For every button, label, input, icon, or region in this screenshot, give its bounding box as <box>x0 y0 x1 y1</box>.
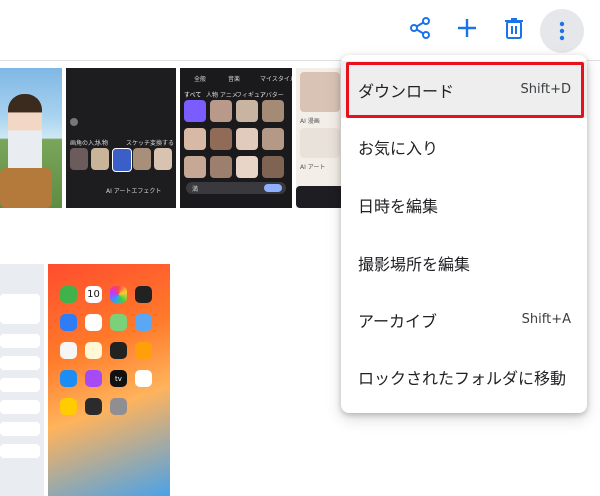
menu-item-move-to-locked-folder[interactable]: ロックされたフォルダに移動 <box>341 348 587 405</box>
app-icon <box>85 370 102 387</box>
menu-item-label: お気に入り <box>358 138 439 158</box>
top-toolbar <box>0 0 600 60</box>
preview-tile <box>154 148 172 170</box>
toggle-chip <box>264 184 282 192</box>
filter-label: アバター <box>260 92 284 99</box>
trash-icon <box>505 18 523 39</box>
menu-item-label: アーカイブ <box>358 311 438 331</box>
app-icon <box>135 370 152 387</box>
preview-tile <box>133 148 151 170</box>
row <box>0 378 40 392</box>
app-icon <box>85 314 102 331</box>
download-highlight-box <box>346 62 584 118</box>
app-icon <box>60 370 77 387</box>
app-icon <box>135 342 152 359</box>
app-icon <box>85 342 102 359</box>
chip-label: 満 <box>192 186 199 193</box>
share-button[interactable] <box>402 10 438 46</box>
menu-item-label: 撮影場所を編集 <box>358 254 471 274</box>
more-options-button[interactable] <box>540 9 584 53</box>
photo-thumbnail-ai-style-app[interactable]: 全般 音楽 マイスタイル すべて 人物 アニメ フィギュア アバター 満 <box>180 68 292 208</box>
style-tile <box>236 128 258 150</box>
app-icon <box>60 314 77 331</box>
row <box>0 334 40 348</box>
add-button[interactable] <box>449 10 485 46</box>
row <box>0 444 40 458</box>
app-icon: 10 <box>85 286 102 303</box>
style-tile <box>184 156 206 178</box>
label: 人物 <box>96 140 109 147</box>
filter-label: 人物 <box>206 92 219 99</box>
menu-item-archive[interactable]: アーカイブ Shift+A <box>341 291 587 348</box>
app-icon <box>135 314 152 331</box>
style-tile <box>262 100 284 122</box>
filter-label: すべて <box>184 92 202 99</box>
app-icon <box>110 314 127 331</box>
preview-tile <box>91 148 109 170</box>
menu-item-favorite[interactable]: お気に入り <box>341 118 587 175</box>
style-tile <box>210 100 232 122</box>
app-icon <box>60 342 77 359</box>
app-tile-text: tv <box>115 374 122 383</box>
tab-label: マイスタイル <box>260 76 292 83</box>
row <box>0 294 40 324</box>
app-icon <box>85 398 102 415</box>
app-icon <box>110 398 127 415</box>
settings-glyph <box>70 118 78 126</box>
photo-thumbnail-ai-manga[interactable]: AI 漫画 AI アート <box>296 68 344 208</box>
app-icon <box>135 286 152 303</box>
preview-tile <box>300 128 340 158</box>
menu-item-label: ロックされたフォルダに移動 <box>358 368 567 388</box>
label: AI 漫画 <box>300 118 320 125</box>
photo-thumbnail-settings-screen[interactable] <box>0 264 44 496</box>
style-tile <box>184 100 206 122</box>
app-icon: tv <box>110 370 127 387</box>
photo-thumbnail-ai-art-effect[interactable]: 画角の入力 人物 スケッチ 変換する AI アートエフェクト <box>66 68 176 208</box>
app-icon <box>110 342 127 359</box>
style-tile <box>262 156 284 178</box>
style-tile <box>262 128 284 150</box>
menu-item-label: 日時を編集 <box>358 196 439 216</box>
label: AI アート <box>300 164 326 171</box>
row <box>0 422 40 436</box>
app-icon <box>110 286 127 303</box>
tab-label: 全般 <box>194 76 207 83</box>
row <box>0 356 40 370</box>
label: 変換する <box>150 140 175 147</box>
avatar-preview <box>300 72 340 112</box>
row <box>0 400 40 414</box>
menu-item-edit-location[interactable]: 撮影場所を編集 <box>341 234 587 291</box>
add-icon <box>458 19 476 37</box>
style-tile <box>210 128 232 150</box>
style-tile <box>184 128 206 150</box>
app-icon <box>60 398 77 415</box>
style-tile <box>236 100 258 122</box>
menu-item-shortcut: Shift+A <box>521 312 571 327</box>
delete-button[interactable] <box>496 10 532 46</box>
photo-basket <box>0 168 52 208</box>
photo-thumbnail-iphone-home[interactable]: 10 tv <box>48 264 170 496</box>
app-icon <box>60 286 77 303</box>
menu-item-edit-date[interactable]: 日時を編集 <box>341 176 587 233</box>
label: スケッチ <box>126 140 151 147</box>
photo-thumbnail-girl-bicycle[interactable] <box>0 68 62 208</box>
app-tile-text: 10 <box>87 289 100 300</box>
style-tile <box>210 156 232 178</box>
tab-label: 音楽 <box>228 76 241 83</box>
share-icon <box>410 17 430 39</box>
preview-tile <box>70 148 88 170</box>
preview-tile <box>112 148 132 172</box>
style-tile <box>236 156 258 178</box>
nav-bar <box>296 186 344 208</box>
more-vert-icon <box>559 21 565 41</box>
caption: AI アートエフェクト <box>106 188 162 195</box>
